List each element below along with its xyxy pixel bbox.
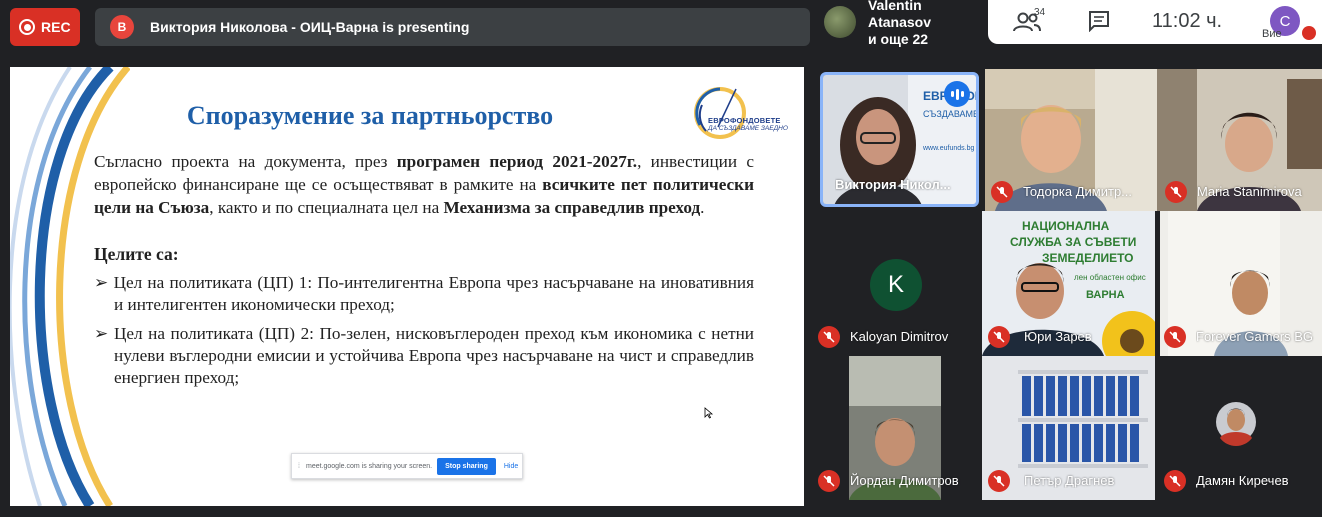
pinned-name: Valentin Atanasov (867, 0, 932, 30)
pinned-others: и още 22 (867, 30, 929, 47)
mic-off-icon (818, 326, 840, 348)
people-count: 34 (1034, 7, 1046, 18)
intro-part: , както и по специалната цел на (209, 198, 444, 217)
mic-off-icon (988, 470, 1010, 492)
participant-name: Kaloyan Dimitrov (850, 329, 949, 344)
participant-name: Дамян Киречев (1196, 473, 1289, 488)
presenting-text: Виктория Николова - ОИЦ-Варна is present… (150, 19, 470, 35)
presenting-banner: В Виктория Николова - ОИЦ-Варна is prese… (95, 8, 810, 46)
record-icon (19, 19, 35, 35)
self-mic-off-icon (1302, 26, 1316, 40)
meet-window: REC В Виктория Николова - ОИЦ-Варна is p… (0, 0, 1322, 517)
goal-text: Цел на политиката (ЦП) 1: По-интелигентн… (113, 273, 755, 314)
meeting-controls: 34 11:02 ч. C Вие (988, 0, 1322, 44)
intro-part: Съгласно проекта на документа, през (94, 152, 397, 171)
eurofunds-logo: ЕВРОФОНДОВЕТЕ ДА СЪЗДАВАМЕ ЗАЕДНО (690, 85, 790, 143)
share-message: meet.google.com is sharing your screen. (306, 462, 433, 470)
clock: 11:02 ч. (1152, 10, 1223, 32)
background-text: СЪЗДАВАМЕ (923, 109, 979, 119)
background-text: ЗЕМЕДЕЛИЕТО (1042, 251, 1134, 265)
intro-bold: програмен период 2021-2027г. (396, 152, 638, 171)
mic-off-icon (1164, 326, 1186, 348)
mic-off-icon (991, 181, 1013, 203)
mouse-cursor-icon (704, 407, 714, 419)
stop-sharing-button[interactable]: Stop sharing (437, 457, 496, 475)
participant-tile[interactable]: K Kaloyan Dimitrov (812, 211, 982, 356)
goals-heading: Целите са: (94, 244, 179, 264)
mic-off-icon (988, 326, 1010, 348)
participant-tile[interactable]: НАЦИОНАЛНА СЛУЖБА ЗА СЪВЕТИ ЗЕМЕДЕЛИЕТО … (982, 211, 1155, 356)
background-text: НАЦИОНАЛНА (1022, 219, 1110, 233)
participant-name: Виктория Никол... (835, 177, 951, 192)
participant-tile[interactable]: Йордан Димитров (812, 356, 982, 500)
recording-indicator[interactable]: REC (10, 8, 80, 46)
participant-avatar: K (870, 259, 922, 311)
mic-off-icon (1165, 181, 1187, 203)
top-right-area: Valentin Atanasov и още 22 34 11:02 ч. C… (818, 0, 1322, 47)
mic-off-icon (1164, 470, 1186, 492)
goal-text: Цел на политиката (ЦП) 2: По-зелен, ниск… (113, 324, 754, 387)
slide-title: Споразумение за партньорство (186, 101, 554, 130)
participant-tile[interactable]: ЕВРОПОН СЪЗДАВАМЕ www.eufunds.bg Виктори… (820, 72, 979, 207)
mic-off-icon (818, 470, 840, 492)
recording-label: REC (41, 19, 71, 35)
pinned-participant[interactable]: Valentin Atanasov и още 22 (818, 0, 988, 47)
participant-name: Maria Stanimirova (1197, 184, 1302, 199)
participant-tile[interactable]: Петър Драгнев (982, 356, 1155, 500)
goal-item: ➢ Цел на политиката (ЦП) 2: По-зелен, ни… (94, 323, 754, 389)
bullet-icon: ➢ (94, 273, 109, 292)
participant-name: Петър Драгнев (1024, 473, 1115, 488)
logo-subtext: ДА СЪЗДАВАМЕ ЗАЕДНО (708, 125, 788, 132)
self-label: Вие (1262, 28, 1282, 40)
presenter-avatar: В (110, 15, 134, 39)
logo-icon (694, 87, 746, 139)
drag-handle-icon[interactable]: ⁞ (294, 463, 304, 470)
participant-tile[interactable]: Maria Stanimirova (1157, 69, 1322, 211)
intro-part: . (700, 198, 705, 217)
background-text: ВАРНА (1086, 289, 1125, 301)
participant-tile[interactable]: Тодорка Димитр... (985, 69, 1157, 211)
participant-name: Йордан Димитров (850, 473, 959, 488)
background-text: лен областен офис (1074, 273, 1146, 282)
participant-tile[interactable]: Дамян Киречев (1160, 356, 1322, 500)
participant-avatar (1216, 402, 1256, 446)
goal-item: ➢ Цел на политиката (ЦП) 1: По-интелиген… (94, 272, 754, 316)
logo-text: ЕВРОФОНДОВЕТЕ (708, 116, 781, 125)
screen-share-notice: ⁞ meet.google.com is sharing your screen… (291, 453, 523, 479)
bullet-icon: ➢ (94, 324, 109, 343)
pinned-avatar (824, 6, 856, 38)
participant-name: Тодорка Димитр... (1023, 184, 1133, 199)
shared-screen: Споразумение за партньорство ЕВРОФОНДОВЕ… (10, 67, 804, 506)
chat-icon[interactable] (1088, 10, 1110, 32)
slide-intro: Съгласно проекта на документа, през прог… (94, 150, 754, 219)
participant-name: Forever Gamers BG (1196, 329, 1314, 344)
participant-tile[interactable]: Forever Gamers BG (1160, 211, 1322, 356)
background-text: СЛУЖБА ЗА СЪВЕТИ (1010, 235, 1137, 249)
speaking-indicator-icon (944, 81, 970, 107)
background-text: www.eufunds.bg (923, 145, 975, 152)
intro-bold: Механизма за справедлив преход (443, 198, 701, 217)
participant-name: Юри Зарев (1024, 329, 1092, 344)
hide-button[interactable]: Hide (504, 463, 518, 470)
